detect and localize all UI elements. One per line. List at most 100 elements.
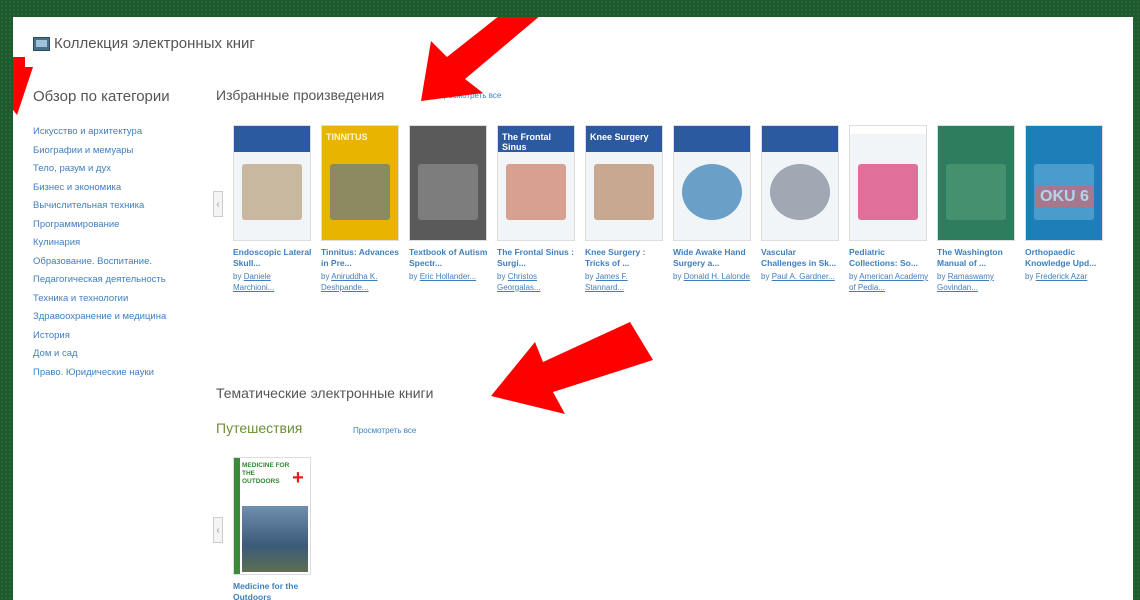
sidebar-category-item[interactable]: Программирование bbox=[33, 216, 173, 235]
book-author: by Daniele Marchioni... bbox=[233, 272, 313, 293]
by-label: by bbox=[585, 272, 594, 281]
book-card[interactable]: Pediatric Collections: So... by American … bbox=[849, 125, 929, 293]
author-link[interactable]: Aniruddha K. Deshpande... bbox=[321, 272, 378, 292]
by-label: by bbox=[849, 272, 858, 281]
sidebar-category-item[interactable]: Право. Юридические науки bbox=[33, 364, 173, 383]
book-author: by Donald H. Lalonde bbox=[673, 272, 753, 283]
book-title[interactable]: Orthopaedic Knowledge Upd... bbox=[1025, 247, 1105, 269]
featured-carousel: ‹ Endoscopic Lateral Skull... by Daniele … bbox=[213, 125, 1113, 355]
sidebar-category-item[interactable]: Дом и сад bbox=[33, 345, 173, 364]
author-link[interactable]: Ramaswamy Govindan... bbox=[937, 272, 994, 292]
book-cover[interactable] bbox=[233, 125, 311, 241]
book-cover[interactable] bbox=[937, 125, 1015, 241]
thematic-section-title: Тематические электронные книги bbox=[216, 385, 434, 401]
book-title[interactable]: Medicine for the Outdoors bbox=[233, 581, 313, 600]
book-cover[interactable]: MEDICINE FOR THE OUTDOORS + bbox=[233, 457, 311, 575]
cover-illustration bbox=[330, 164, 390, 220]
book-cover[interactable] bbox=[673, 125, 751, 241]
sidebar-category-item[interactable]: История bbox=[33, 327, 173, 346]
cover-text: Knee Surgery bbox=[590, 132, 649, 142]
book-card[interactable]: Knee Surgery Knee Surgery : Tricks of ...… bbox=[585, 125, 665, 293]
featured-section-title: Избранные произведения bbox=[216, 87, 385, 103]
cover-illustration bbox=[242, 164, 302, 220]
red-arrow-featured bbox=[421, 17, 539, 101]
book-author: by Aniruddha K. Deshpande... bbox=[321, 272, 401, 293]
sidebar-category-item[interactable]: Образование. Воспитание. bbox=[33, 253, 173, 272]
cover-illustration bbox=[946, 164, 1006, 220]
computer-icon bbox=[33, 36, 50, 51]
book-cover[interactable] bbox=[761, 125, 839, 241]
book-card[interactable]: TINNITUS Tinnitus: Advances in Pre... by A… bbox=[321, 125, 401, 293]
book-title[interactable]: Wide Awake Hand Surgery a... bbox=[673, 247, 753, 269]
book-cover[interactable]: Knee Surgery bbox=[585, 125, 663, 241]
author-link[interactable]: Frederick Azar bbox=[1036, 272, 1088, 281]
book-title[interactable]: Knee Surgery : Tricks of ... bbox=[585, 247, 665, 269]
book-cover[interactable] bbox=[409, 125, 487, 241]
red-arrow-left bbox=[13, 57, 33, 115]
cover-band bbox=[762, 126, 838, 152]
book-author: by American Academy of Pedia... bbox=[849, 272, 929, 293]
red-arrow-thematic bbox=[491, 322, 653, 414]
cover-band bbox=[850, 126, 926, 134]
cover-band bbox=[674, 126, 750, 152]
book-title[interactable]: The Washington Manual of ... bbox=[937, 247, 1017, 269]
travel-view-all-link[interactable]: Просмотреть все bbox=[353, 426, 416, 435]
book-author: by Christos Georgalas... bbox=[497, 272, 577, 293]
by-label: by bbox=[937, 272, 946, 281]
by-label: by bbox=[497, 272, 506, 281]
book-card[interactable]: Textbook of Autism Spectr... by Eric Holl… bbox=[409, 125, 489, 283]
book-card[interactable]: OKU 6 Orthopaedic Knowledge Upd... by Fred… bbox=[1025, 125, 1105, 283]
sidebar-category-item[interactable]: Бизнес и экономика bbox=[33, 179, 173, 198]
by-label: by bbox=[409, 272, 418, 281]
cover-illustration bbox=[858, 164, 918, 220]
cover-illustration bbox=[506, 164, 566, 220]
book-card[interactable]: Vascular Challenges in Sk... by Paul A. G… bbox=[761, 125, 841, 283]
red-cross-icon: + bbox=[292, 466, 304, 489]
book-title[interactable]: The Frontal Sinus : Surgi... bbox=[497, 247, 577, 269]
by-label: by bbox=[321, 272, 330, 281]
sidebar-category-item[interactable]: Тело, разум и дух bbox=[33, 160, 173, 179]
book-title[interactable]: Pediatric Collections: So... bbox=[849, 247, 929, 269]
sidebar-heading: Обзор по категории bbox=[33, 88, 170, 105]
sidebar-category-item[interactable]: Здравоохранение и медицина bbox=[33, 308, 173, 327]
cover-illustration bbox=[594, 164, 654, 220]
book-card[interactable]: The Frontal Sinus The Frontal Sinus : Sur… bbox=[497, 125, 577, 293]
book-author: by Eric Hollander... bbox=[409, 272, 489, 283]
author-link[interactable]: American Academy of Pedia... bbox=[849, 272, 928, 292]
book-title[interactable]: Vascular Challenges in Sk... bbox=[761, 247, 841, 269]
sidebar-category-item[interactable]: Кулинария bbox=[33, 234, 173, 253]
book-cover[interactable] bbox=[849, 125, 927, 241]
book-author: by Frederick Azar bbox=[1025, 272, 1105, 283]
cover-illustration bbox=[682, 164, 742, 220]
sidebar-category-item[interactable]: Техника и технологии bbox=[33, 290, 173, 309]
author-link[interactable]: Eric Hollander... bbox=[420, 272, 476, 281]
cover-band bbox=[234, 126, 310, 152]
author-link[interactable]: Paul A. Gardner... bbox=[772, 272, 835, 281]
book-card[interactable]: The Washington Manual of ... by Ramaswamy… bbox=[937, 125, 1017, 293]
book-cover[interactable]: The Frontal Sinus bbox=[497, 125, 575, 241]
book-author: by James F. Stannard... bbox=[585, 272, 665, 293]
book-title[interactable]: Tinnitus: Advances in Pre... bbox=[321, 247, 401, 269]
book-title[interactable]: Textbook of Autism Spectr... bbox=[409, 247, 489, 269]
sidebar-category-item[interactable]: Искусство и архитектура bbox=[33, 123, 173, 142]
sidebar-category-item[interactable]: Биографии и мемуары bbox=[33, 142, 173, 161]
cover-illustration bbox=[418, 164, 478, 220]
cover-illustration bbox=[1034, 164, 1094, 220]
author-link[interactable]: Donald H. Lalonde bbox=[684, 272, 750, 281]
carousel-prev-button[interactable]: ‹ bbox=[213, 191, 223, 217]
book-cover[interactable]: OKU 6 bbox=[1025, 125, 1103, 241]
travel-subsection-title: Путешествия bbox=[216, 420, 303, 436]
book-author: by Paul A. Gardner... bbox=[761, 272, 841, 283]
sidebar-category-item[interactable]: Педагогическая деятельность bbox=[33, 271, 173, 290]
book-card[interactable]: MEDICINE FOR THE OUTDOORS + Medicine for… bbox=[233, 457, 313, 600]
book-card[interactable]: Wide Awake Hand Surgery a... by Donald H.… bbox=[673, 125, 753, 283]
book-card[interactable]: Endoscopic Lateral Skull... by Daniele Ma… bbox=[233, 125, 313, 293]
book-author: by Ramaswamy Govindan... bbox=[937, 272, 1017, 293]
category-list: Искусство и архитектура Биографии и мемуа… bbox=[33, 123, 173, 382]
book-title[interactable]: Endoscopic Lateral Skull... bbox=[233, 247, 313, 269]
sidebar-category-item[interactable]: Вычислительная техника bbox=[33, 197, 173, 216]
book-cover[interactable]: TINNITUS bbox=[321, 125, 399, 241]
travel-prev-button[interactable]: ‹ bbox=[213, 517, 223, 543]
category-sidebar: Обзор по категории Искусство и архитекту… bbox=[33, 85, 173, 382]
travel-carousel: ‹ MEDICINE FOR THE OUTDOORS + Medicine f… bbox=[213, 457, 1113, 600]
